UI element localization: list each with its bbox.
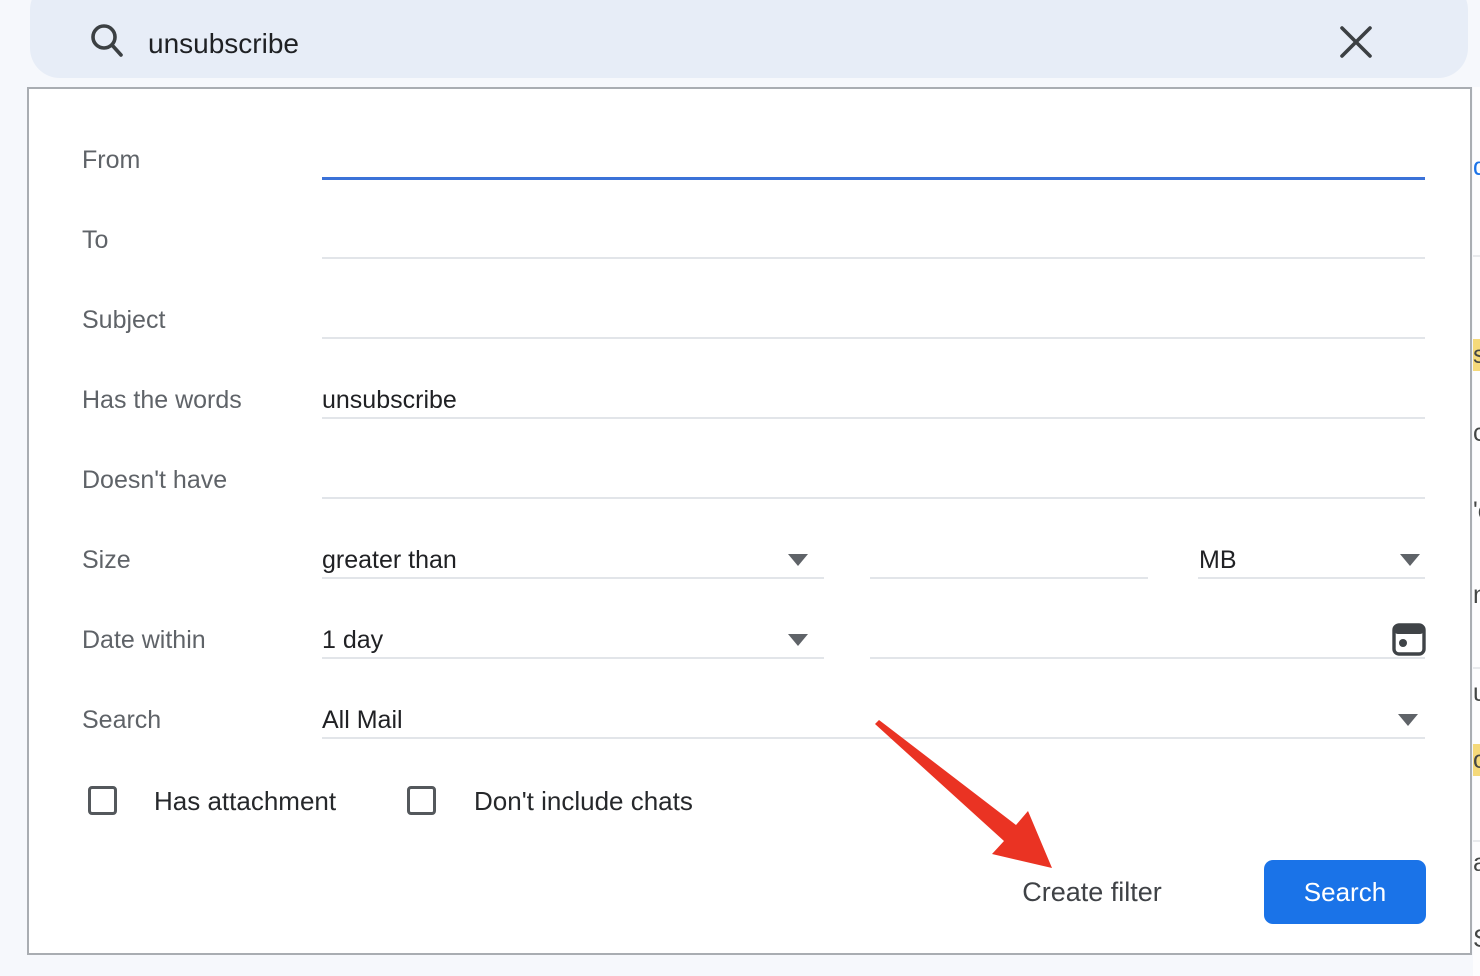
has-attachment-label: Has attachment — [154, 783, 336, 819]
search-input[interactable]: unsubscribe — [148, 24, 299, 64]
date-range-underline — [322, 657, 824, 659]
subject-underline[interactable] — [322, 337, 1425, 339]
from-underline[interactable] — [322, 177, 1425, 180]
scope-underline — [322, 737, 1425, 739]
to-label: To — [82, 222, 108, 258]
size-operator-underline — [322, 577, 824, 579]
background-email-list-edge: d s c 'c n u o a S — [1473, 87, 1480, 976]
clipped-background-text: o — [1473, 744, 1480, 776]
close-icon — [1335, 21, 1377, 63]
clipped-background-text: c — [1473, 419, 1480, 447]
search-filter-panel: From To Subject Has the words unsubscrib… — [27, 87, 1472, 955]
scope-label: Search — [82, 702, 161, 738]
date-range-select[interactable]: 1 day — [322, 622, 383, 658]
chevron-down-icon[interactable] — [788, 634, 808, 646]
from-label: From — [82, 142, 140, 178]
clipped-background-text: n — [1473, 581, 1480, 609]
size-unit-select[interactable]: MB — [1199, 542, 1237, 578]
has-words-underline[interactable] — [322, 417, 1425, 419]
calendar-icon[interactable] — [1392, 621, 1426, 657]
gmail-search-filter-page: unsubscribe From To Subject Has the word… — [0, 0, 1480, 976]
search-icon[interactable] — [88, 22, 126, 60]
chevron-down-icon[interactable] — [1400, 554, 1420, 566]
date-within-label: Date within — [82, 622, 206, 658]
doesnt-have-label: Doesn't have — [82, 462, 227, 498]
clear-search-button[interactable] — [1335, 21, 1377, 63]
has-attachment-checkbox[interactable] — [88, 786, 117, 815]
create-filter-button[interactable]: Create filter — [1007, 865, 1177, 919]
chevron-down-icon[interactable] — [788, 554, 808, 566]
size-label: Size — [82, 542, 131, 578]
clipped-background-text: 'c — [1473, 497, 1480, 525]
has-words-label: Has the words — [82, 382, 242, 418]
doesnt-have-underline[interactable] — [322, 497, 1425, 499]
chevron-down-icon[interactable] — [1398, 714, 1418, 726]
clipped-background-text: S — [1473, 925, 1480, 953]
scope-select[interactable]: All Mail — [322, 702, 403, 738]
date-underline[interactable] — [870, 657, 1425, 659]
dont-include-chats-checkbox[interactable] — [407, 786, 436, 815]
clipped-background-text: s — [1473, 339, 1480, 371]
has-words-input[interactable]: unsubscribe — [322, 382, 457, 418]
clipped-background-text: u — [1473, 679, 1480, 707]
dont-include-chats-label: Don't include chats — [474, 783, 693, 819]
size-operator-select[interactable]: greater than — [322, 542, 457, 578]
to-underline[interactable] — [322, 257, 1425, 259]
clipped-background-text: a — [1473, 849, 1480, 877]
search-bar[interactable]: unsubscribe — [30, 0, 1468, 78]
search-button[interactable]: Search — [1264, 860, 1426, 924]
subject-label: Subject — [82, 302, 165, 338]
size-unit-underline — [1198, 577, 1425, 579]
size-amount-underline[interactable] — [870, 577, 1148, 579]
clipped-background-text: d — [1473, 153, 1480, 181]
